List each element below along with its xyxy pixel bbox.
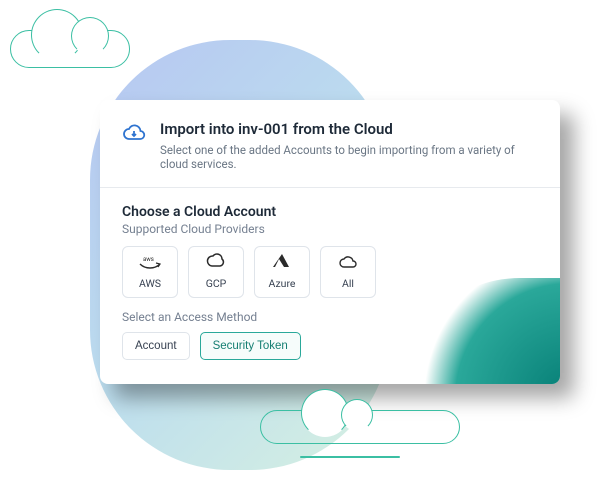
provider-label: All (342, 277, 354, 290)
section-title: Choose a Cloud Account (122, 204, 538, 220)
provider-tile-gcp[interactable]: GCP (188, 246, 244, 298)
provider-tiles: aws AWS GCP Azure (122, 246, 538, 298)
svg-text:aws: aws (143, 256, 154, 263)
gcp-icon (206, 253, 226, 273)
card-subtitle: Select one of the added Accounts to begi… (160, 143, 538, 171)
cloud-download-icon (122, 122, 146, 171)
illustration-stage: Import into inv-001 from the Cloud Selec… (0, 0, 600, 500)
card-title: Import into inv-001 from the Cloud (160, 120, 538, 140)
azure-icon (273, 253, 291, 273)
cloud-icon (338, 254, 358, 273)
provider-tile-all[interactable]: All (320, 246, 376, 298)
provider-tile-aws[interactable]: aws AWS (122, 246, 178, 298)
access-method-options: Account Security Token (122, 332, 538, 360)
access-method-label: Select an Access Method (122, 310, 538, 324)
provider-label: Azure (269, 277, 296, 290)
access-option-account[interactable]: Account (122, 332, 190, 360)
decorative-cloud-bottom (260, 410, 460, 444)
decorative-cloud-top (10, 30, 130, 68)
aws-icon: aws (139, 254, 161, 273)
decorative-cloud-line (300, 456, 400, 458)
import-card: Import into inv-001 from the Cloud Selec… (100, 100, 560, 384)
provider-label: AWS (139, 277, 161, 290)
access-option-token[interactable]: Security Token (200, 332, 301, 360)
provider-label: GCP (206, 277, 227, 290)
card-header: Import into inv-001 from the Cloud Selec… (100, 100, 560, 188)
providers-label: Supported Cloud Providers (122, 222, 538, 236)
provider-tile-azure[interactable]: Azure (254, 246, 310, 298)
